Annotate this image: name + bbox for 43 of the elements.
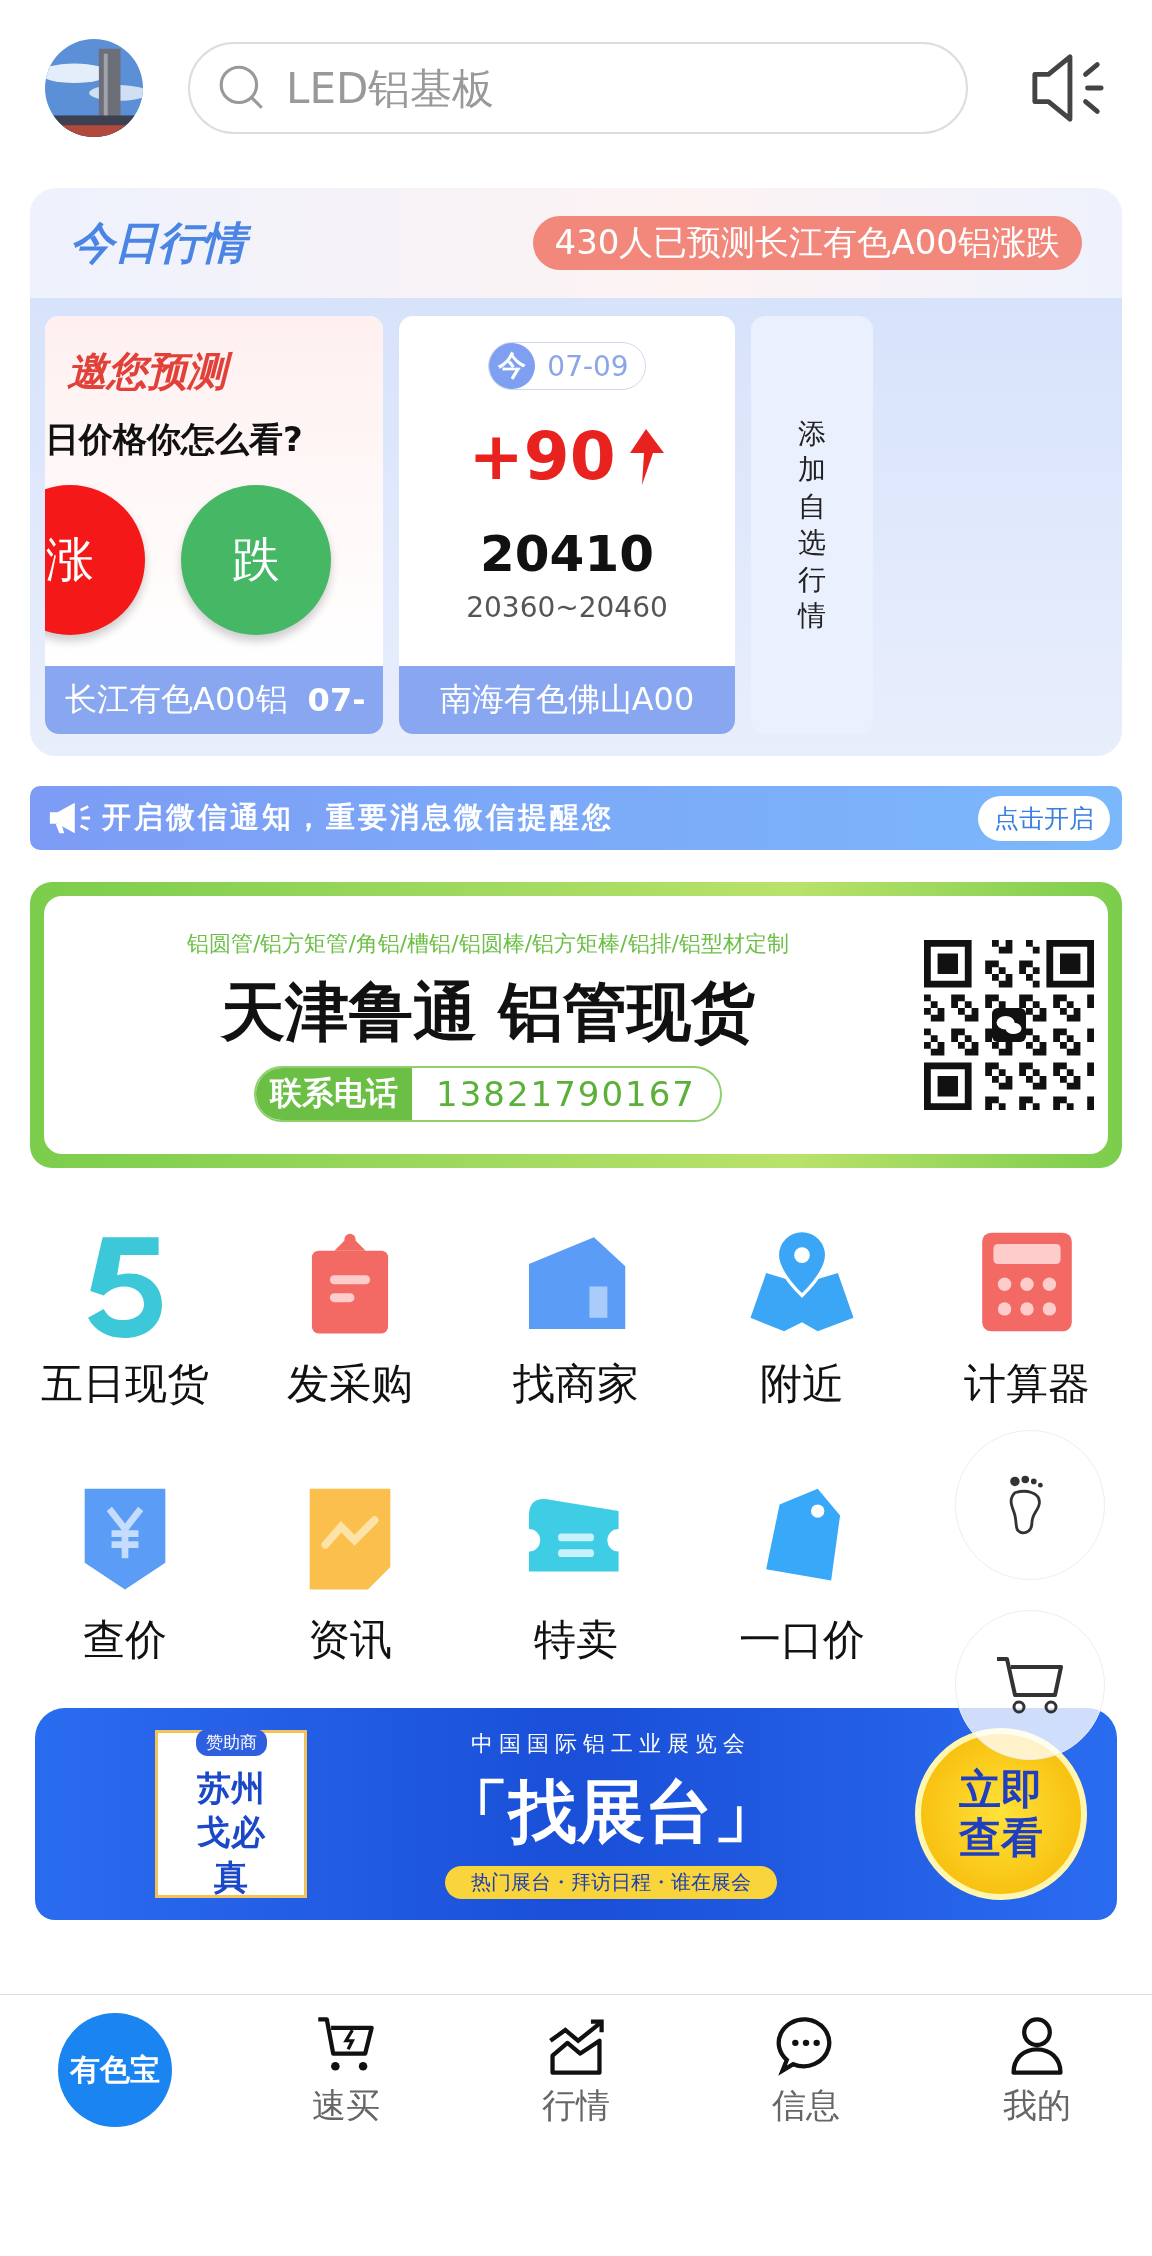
card-title: 南海有色佛山A00 <box>439 679 695 720</box>
quote-date: 07-09 <box>547 349 629 383</box>
question-text: 日价格你怎么看? <box>45 418 304 461</box>
price-change: +90 <box>468 418 616 495</box>
shortcut-item[interactable]: 五日现货 <box>12 1226 238 1412</box>
shortcut-item[interactable]: 附近 <box>688 1226 915 1412</box>
expo-banner[interactable]: 赞助商 苏州戈必真 中国国际铝工业展览会 「找展台」 热门展台・拜访日程・谁在展会 立即查看 <box>35 1708 1117 1920</box>
product-list: 铝圆管/铝方矩管/角铝/槽铝/铝圆棒/铝方矩棒/铝排/铝型材定制 <box>187 928 789 959</box>
expo-headline: 「找展台」 <box>441 1771 781 1853</box>
invite-title: 邀您预测 <box>45 344 383 399</box>
phone-label: 联系电话 <box>256 1067 412 1120</box>
price-range: 20360~20460 <box>466 591 668 624</box>
shortcut-item[interactable]: 计算器 <box>914 1226 1140 1412</box>
notification-text: 开启微信通知，重要消息微信提醒您 <box>102 799 614 836</box>
shortcut-item[interactable]: 资讯 <box>237 1482 464 1668</box>
sponsor-name: 苏州戈必真 <box>196 1767 266 1899</box>
card-title: 长江有色A00铝 <box>65 679 288 720</box>
add-watchlist-label: 添加自选行情 <box>798 416 826 634</box>
rise-button[interactable]: 涨 <box>45 485 145 635</box>
shortcut-item[interactable]: 特卖 <box>463 1482 689 1668</box>
quote-card[interactable]: 今 07-09 +90 20410 20360~20460 南海有色佛山A00 <box>399 316 735 734</box>
phone-number: 13821790167 <box>435 1072 697 1116</box>
section-title: 今日行情 <box>60 210 260 276</box>
shortcut-item[interactable]: 查价 <box>12 1482 238 1668</box>
price-value: 20410 <box>480 525 654 583</box>
tab-item[interactable]: 行情 <box>460 2013 692 2129</box>
shortcut-item[interactable]: 一口价 <box>688 1482 915 1668</box>
enable-button[interactable]: 点击开启 <box>978 795 1110 841</box>
expo-links: 热门展台・拜访日程・谁在展会 <box>445 1866 777 1899</box>
ad-banner[interactable]: 铝圆管/铝方矩管/角铝/槽铝/铝圆棒/铝方矩棒/铝排/铝型材定制 天津鲁通 铝管现货 联系电话 13821790167 <box>30 882 1122 1168</box>
sponsor-tag: 赞助商 <box>195 1729 267 1757</box>
search-field[interactable]: LED铝基板 <box>188 42 968 134</box>
ad-headline: 天津鲁通 铝管现货 <box>220 973 756 1051</box>
tab-item[interactable]: 信息 <box>691 2013 922 2129</box>
tab-item[interactable]: 有色宝 <box>0 2013 231 2127</box>
tab-item[interactable]: 我的 <box>921 2013 1152 2129</box>
prediction-card[interactable]: 邀您预测 日价格你怎么看? 涨 跌 长江有色A00铝 07- <box>45 316 383 734</box>
expo-title: 中国国际铝工业展览会 <box>471 1730 751 1758</box>
today-badge: 今 <box>489 343 536 389</box>
tab-item[interactable]: 速买 <box>230 2013 461 2129</box>
shortcut-item[interactable]: 找商家 <box>463 1226 689 1412</box>
card-date: 07- <box>307 681 366 719</box>
shortcut-item[interactable]: 发采购 <box>237 1226 464 1412</box>
